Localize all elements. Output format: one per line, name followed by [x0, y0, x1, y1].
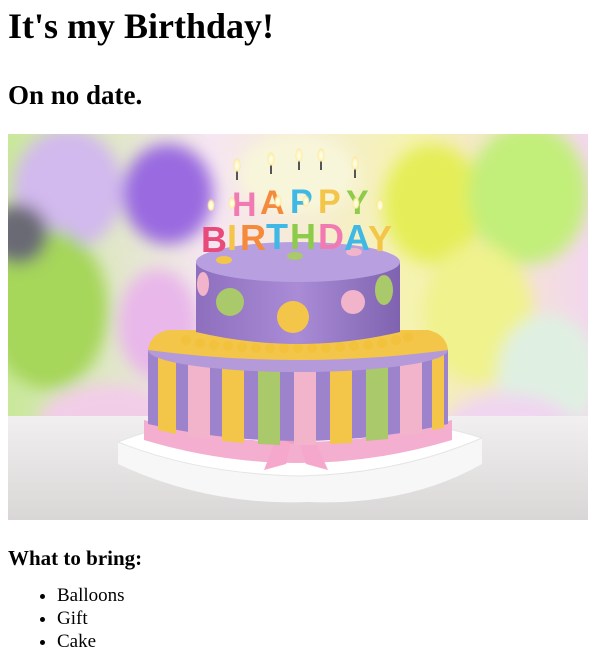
page-content: It's my Birthday! On no date. H A P P B … — [0, 4, 605, 653]
svg-text:B: B — [201, 219, 227, 260]
list-item: Balloons — [57, 584, 597, 607]
svg-text:A: A — [344, 217, 370, 258]
svg-text:I: I — [227, 217, 237, 258]
svg-text:Y: Y — [368, 218, 392, 259]
birthday-cake-image: H A P P Y B I R T H D A Y — [8, 134, 588, 520]
svg-text:T: T — [266, 216, 288, 257]
list-item: Cake — [57, 630, 597, 653]
list-item: Gift — [57, 607, 597, 630]
svg-text:R: R — [240, 217, 266, 258]
svg-text:H: H — [290, 216, 316, 257]
page-title: It's my Birthday! — [8, 6, 275, 46]
what-to-bring-heading: What to bring: — [8, 546, 143, 570]
bring-list: Balloons Gift Cake — [8, 584, 597, 653]
page-subtitle: On no date. — [8, 80, 143, 110]
svg-text:D: D — [318, 216, 344, 257]
